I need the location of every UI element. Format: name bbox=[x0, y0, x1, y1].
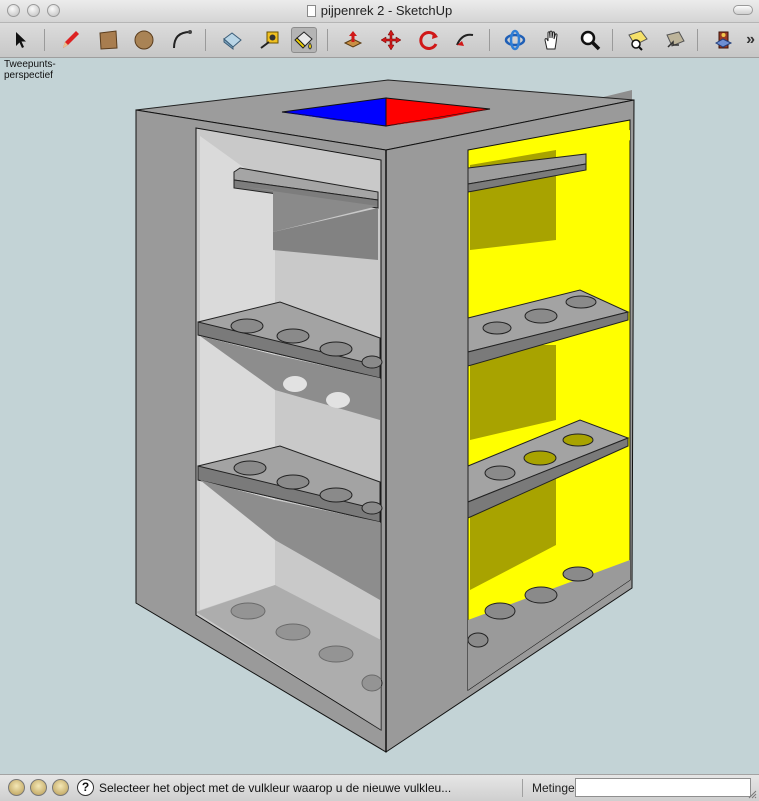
toolbar-separator bbox=[612, 29, 613, 51]
hand-icon bbox=[544, 30, 558, 50]
status-hint-text: Selecteer het object met de vulkleur waa… bbox=[99, 781, 452, 795]
user-account-icon[interactable] bbox=[52, 779, 69, 796]
push-pull-tool[interactable] bbox=[340, 27, 366, 53]
rotate-icon bbox=[419, 31, 438, 50]
toolbar-separator bbox=[697, 29, 698, 51]
pan-tool[interactable] bbox=[539, 27, 565, 53]
pencil-tool[interactable] bbox=[57, 27, 83, 53]
credits-icon[interactable] bbox=[30, 779, 47, 796]
resize-grip-icon[interactable] bbox=[747, 789, 757, 799]
document-icon bbox=[306, 5, 316, 17]
previous-view-icon bbox=[666, 31, 685, 48]
toolbar: » bbox=[0, 23, 759, 58]
get-models-tool[interactable] bbox=[710, 27, 736, 53]
measurements-input[interactable] bbox=[575, 778, 751, 797]
toolbar-separator bbox=[205, 29, 206, 51]
window-title-container: pijpenrek 2 - SketchUp bbox=[0, 3, 759, 18]
move-tool[interactable] bbox=[378, 27, 404, 53]
rectangle-icon bbox=[99, 30, 118, 50]
orbit-icon bbox=[504, 29, 526, 51]
arrow-pointer-icon bbox=[16, 32, 26, 48]
measurements-label: Metingen bbox=[532, 781, 582, 795]
rectangle-tool[interactable] bbox=[95, 27, 121, 53]
tape-measure-tool[interactable] bbox=[257, 27, 283, 53]
previous-view-tool[interactable] bbox=[662, 27, 688, 53]
follow-me-icon bbox=[456, 33, 474, 46]
move-icon bbox=[380, 29, 402, 51]
circle-tool[interactable] bbox=[131, 27, 157, 53]
pencil-icon bbox=[63, 31, 79, 48]
geolocation-icon[interactable] bbox=[8, 779, 25, 796]
toolbar-separator bbox=[489, 29, 490, 51]
circle-icon bbox=[134, 30, 154, 50]
model-viewport[interactable]: Tweepunts- perspectief bbox=[0, 58, 759, 774]
rotate-tool[interactable] bbox=[416, 27, 442, 53]
zoom-extents-icon bbox=[628, 30, 648, 51]
warehouse-icon bbox=[714, 31, 733, 49]
magnifier-icon bbox=[580, 30, 601, 51]
toolbar-overflow-button[interactable]: » bbox=[746, 31, 755, 49]
eraser-tool[interactable] bbox=[219, 27, 245, 53]
orbit-tool[interactable] bbox=[502, 27, 528, 53]
status-bar: ? Selecteer het object met de vulkleur w… bbox=[0, 774, 759, 801]
title-bar: pijpenrek 2 - SketchUp bbox=[0, 0, 759, 23]
follow-me-tool[interactable] bbox=[452, 27, 478, 53]
help-icon[interactable]: ? bbox=[77, 779, 94, 796]
status-divider bbox=[522, 779, 523, 797]
toolbar-toggle-button[interactable] bbox=[733, 5, 753, 15]
pipe-rack-model[interactable] bbox=[0, 58, 759, 774]
window-title: pijpenrek 2 - SketchUp bbox=[320, 3, 453, 18]
select-tool[interactable] bbox=[8, 27, 34, 53]
push-pull-icon bbox=[343, 31, 363, 48]
paint-bucket-tool[interactable] bbox=[291, 27, 317, 53]
eraser-icon bbox=[223, 32, 242, 51]
toolbar-separator bbox=[327, 29, 328, 51]
zoom-tool[interactable] bbox=[577, 27, 603, 53]
zoom-extents-tool[interactable] bbox=[625, 27, 651, 53]
paint-bucket-icon bbox=[294, 31, 313, 50]
arc-icon bbox=[173, 30, 192, 49]
toolbar-separator bbox=[44, 29, 45, 51]
tape-measure-icon bbox=[260, 31, 279, 49]
arc-tool[interactable] bbox=[169, 27, 195, 53]
